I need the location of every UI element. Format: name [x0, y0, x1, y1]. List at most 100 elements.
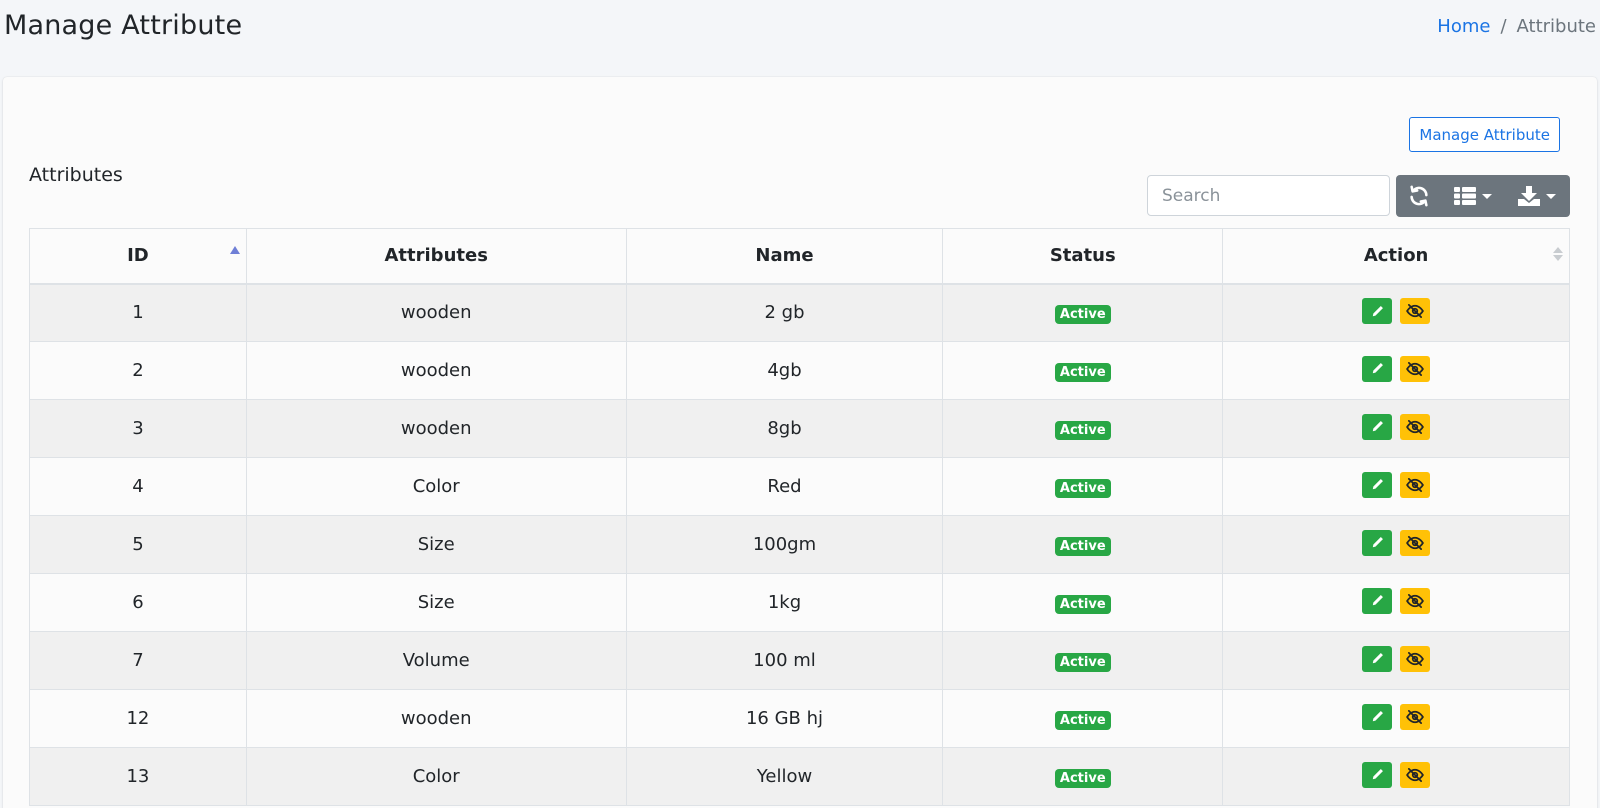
eye-slash-icon: [1406, 304, 1424, 318]
pencil-icon: [1372, 305, 1383, 316]
eye-slash-icon: [1406, 535, 1424, 550]
cell-name: 100gm: [625, 515, 944, 574]
pencil-icon: [1372, 363, 1383, 374]
table-row: 12 wooden 16 GB hj Active: [29, 689, 1570, 748]
column-header-status: Status: [942, 228, 1224, 285]
column-header-id[interactable]: ID: [29, 228, 247, 285]
hide-button[interactable]: [1400, 587, 1431, 614]
cell-attribute: wooden: [245, 399, 627, 458]
pencil-icon: [1372, 769, 1383, 780]
eye-slash-icon: [1406, 361, 1424, 376]
table-row: 6 Size 1kg Active: [29, 573, 1570, 632]
table-row: 4 Color Red Active: [29, 457, 1570, 516]
cell-id: 7: [29, 631, 247, 690]
cell-action: [1222, 341, 1570, 400]
cell-name: 16 GB hj: [625, 689, 944, 748]
chevron-down-icon: [1546, 193, 1556, 199]
edit-button[interactable]: [1362, 355, 1393, 382]
pencil-icon: [1372, 711, 1383, 722]
cell-name: 4gb: [625, 341, 944, 400]
page-title: Manage Attribute: [4, 10, 243, 41]
cell-status: Active: [942, 631, 1224, 690]
cell-name: Red: [625, 457, 944, 516]
cell-attribute: wooden: [245, 283, 627, 342]
hide-button[interactable]: [1400, 355, 1431, 382]
status-badge: Active: [1054, 304, 1111, 324]
edit-button[interactable]: [1362, 761, 1393, 788]
export-button[interactable]: [1504, 175, 1570, 217]
edit-button[interactable]: [1362, 298, 1393, 324]
cell-action: [1222, 457, 1570, 516]
breadcrumb-separator: /: [1500, 16, 1507, 37]
edit-button[interactable]: [1362, 703, 1393, 730]
cell-name: 8gb: [625, 399, 944, 458]
status-badge: Active: [1054, 420, 1111, 440]
cell-id: 2: [29, 341, 247, 400]
cell-attribute: Volume: [245, 631, 627, 690]
cell-attribute: Size: [245, 515, 627, 574]
column-header-label: Status: [1049, 245, 1116, 267]
sort-icon: [1553, 247, 1563, 261]
cell-attribute: Color: [245, 457, 627, 516]
edit-button[interactable]: [1362, 645, 1393, 672]
cell-status: Active: [942, 341, 1224, 400]
status-badge: Active: [1054, 710, 1111, 730]
hide-button[interactable]: [1400, 413, 1431, 440]
pencil-icon: [1372, 479, 1383, 490]
columns-toggle-button[interactable]: [1442, 175, 1504, 217]
hide-button[interactable]: [1400, 761, 1431, 788]
cell-name: 2 gb: [625, 283, 944, 342]
hide-button[interactable]: [1400, 645, 1431, 672]
cell-status: Active: [942, 283, 1224, 342]
attributes-table: ID Attributes Name Status Action 1 wooden…: [29, 228, 1570, 806]
column-header-attributes: Attributes: [245, 228, 627, 285]
status-badge: Active: [1054, 478, 1111, 498]
edit-button[interactable]: [1362, 529, 1393, 556]
cell-status: Active: [942, 747, 1224, 806]
hide-button[interactable]: [1400, 471, 1431, 498]
table-row: 7 Volume 100 ml Active: [29, 631, 1570, 690]
edit-button[interactable]: [1362, 587, 1393, 614]
table-header-row: ID Attributes Name Status Action: [29, 228, 1570, 285]
pencil-icon: [1372, 653, 1383, 664]
status-badge: Active: [1054, 594, 1111, 614]
cell-status: Active: [942, 689, 1224, 748]
cell-action: [1222, 573, 1570, 632]
manage-attribute-button[interactable]: Manage Attribute: [1409, 117, 1560, 152]
search-input[interactable]: [1147, 175, 1390, 216]
cell-name: 100 ml: [625, 631, 944, 690]
cell-name: Yellow: [625, 747, 944, 806]
sort-ascending-icon: [229, 246, 240, 254]
breadcrumb-home-link[interactable]: Home: [1437, 16, 1490, 37]
cell-status: Active: [942, 515, 1224, 574]
cell-attribute: Size: [245, 573, 627, 632]
edit-button[interactable]: [1362, 471, 1393, 498]
chevron-down-icon: [1482, 193, 1492, 199]
column-header-action[interactable]: Action: [1222, 228, 1570, 285]
cell-attribute: wooden: [245, 689, 627, 748]
hide-button[interactable]: [1400, 703, 1431, 730]
cell-attribute: wooden: [245, 341, 627, 400]
cell-action: [1222, 399, 1570, 458]
cell-id: 5: [29, 515, 247, 574]
refresh-button[interactable]: [1396, 175, 1442, 217]
cell-status: Active: [942, 573, 1224, 632]
column-header-label: Attributes: [384, 245, 488, 267]
column-header-name: Name: [625, 228, 944, 285]
status-badge: Active: [1054, 536, 1111, 556]
hide-button[interactable]: [1400, 298, 1431, 324]
table-body: 1 wooden 2 gb Active 2 wooden 4gb Active 3 wooden…: [29, 283, 1570, 806]
table-row: 13 Color Yellow Active: [29, 747, 1570, 806]
cell-name: 1kg: [625, 573, 944, 632]
pencil-icon: [1372, 537, 1383, 548]
status-badge: Active: [1054, 652, 1111, 672]
cell-id: 3: [29, 399, 247, 458]
cell-id: 1: [29, 283, 247, 342]
cell-action: [1222, 631, 1570, 690]
hide-button[interactable]: [1400, 529, 1431, 556]
column-header-label: Action: [1363, 245, 1429, 267]
column-header-label: ID: [127, 245, 149, 267]
eye-slash-icon: [1406, 593, 1424, 608]
eye-slash-icon: [1406, 419, 1424, 434]
edit-button[interactable]: [1362, 413, 1393, 440]
